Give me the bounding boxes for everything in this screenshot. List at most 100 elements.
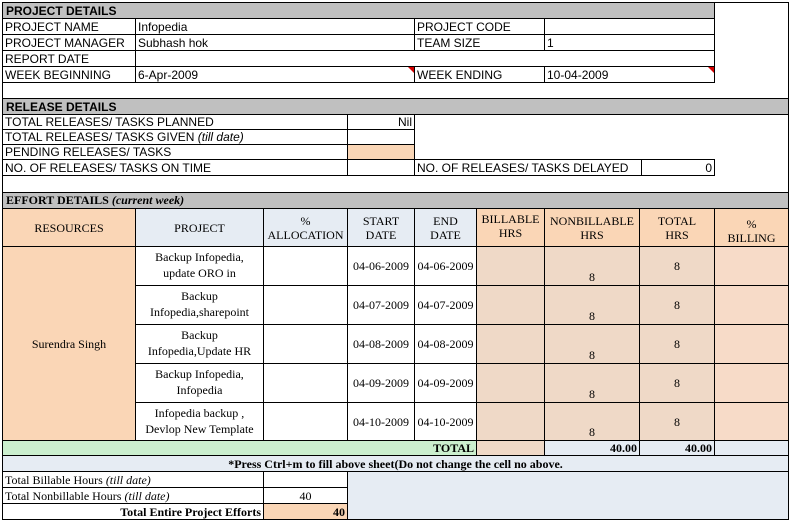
tasks-given-value[interactable] [347,129,415,145]
tasks-planned-label: TOTAL RELEASES/ TASKS PLANNED [2,114,348,130]
task-allocation-2[interactable] [263,285,348,325]
effort-details-header: EFFORT DETAILS (current week) [2,192,789,209]
total-billing[interactable] [714,440,789,456]
col-nonbillable-line2: HRS [580,227,604,242]
project-code-label: PROJECT CODE [414,18,545,35]
report-date-label: REPORT DATE [2,50,136,67]
task-total-2[interactable]: 8 [639,285,715,325]
summary-billable-suffix: (till date) [105,472,151,487]
task-billable-3[interactable] [476,324,545,364]
task-total-1[interactable]: 8 [639,246,715,286]
total-hours[interactable]: 40.00 [639,440,715,456]
col-end-line2: DATE [430,227,461,242]
task-end-3[interactable]: 04-08-2009 [414,324,477,364]
col-billing-line1: % [746,217,757,231]
task-start-3[interactable]: 04-08-2009 [347,324,415,364]
task-allocation-4[interactable] [263,363,348,403]
task-billing-1[interactable] [714,246,789,286]
col-nonbillable-hrs: NONBILLABLE HRS [544,208,640,247]
task-start-5[interactable]: 04-10-2009 [347,402,415,441]
summary-billable-value[interactable] [263,471,348,488]
task-billing-5[interactable] [714,402,789,441]
summary-total-value[interactable]: 40 [263,503,348,520]
task-allocation-1[interactable] [263,246,348,286]
task-nonbillable-1[interactable]: 8 [544,246,640,286]
total-label: TOTAL [433,441,474,455]
task-allocation-3[interactable] [263,324,348,364]
week-beginning-value[interactable]: 6-Apr-2009 [135,66,415,83]
project-name-value[interactable]: Infopedia [135,18,415,35]
task-project-4[interactable]: Backup Infopedia, Infopedia Communicatio… [135,363,264,403]
resource-name[interactable]: Surendra Singh [2,246,136,441]
summary-nonbillable-suffix: (till date) [124,488,170,503]
task-project-5[interactable]: Infopedia backup , Devlop New Template O… [135,402,264,441]
report-date-value[interactable] [135,50,715,67]
task-billable-5[interactable] [476,402,545,441]
tasks-on-time-value[interactable] [347,159,415,176]
col-start-line1: START [362,213,400,228]
project-name-label: PROJECT NAME [2,18,136,35]
task-end-2[interactable]: 04-07-2009 [414,285,477,325]
task-billing-4[interactable] [714,363,789,403]
effort-details-title: EFFORT DETAILS [6,193,109,207]
col-billing-line2: BILLING [727,231,776,245]
task-end-4[interactable]: 04-09-2009 [414,363,477,403]
summary-billable-label: Total Billable Hours (till date) [2,471,264,488]
task-nonbillable-5[interactable]: 8 [544,402,640,441]
tasks-given-text: TOTAL RELEASES/ TASKS GIVEN [5,130,195,144]
summary-billable-text: Total Billable Hours [5,472,103,487]
project-manager-value[interactable]: Subhash hok [135,34,415,51]
task-billable-1[interactable] [476,246,545,286]
summary-total-label: Total Entire Project Efforts [2,503,264,520]
tasks-planned-value[interactable]: Nil [347,114,415,130]
total-billable[interactable] [476,440,545,456]
col-end-date: END DATE [414,208,477,247]
team-size-label: TEAM SIZE [414,34,545,51]
task-nonbillable-4[interactable]: 8 [544,363,640,403]
task-start-1[interactable]: 04-06-2009 [347,246,415,286]
pending-tasks-value[interactable] [347,144,415,160]
effort-details-suffix: (current week) [111,193,185,207]
project-code-value[interactable] [544,18,715,35]
tasks-on-time-label: NO. OF RELEASES/ TASKS ON TIME [2,159,348,176]
instruction-note: *Press Ctrl+m to fill above sheet(Do not… [2,455,789,472]
week-ending-value[interactable]: 10-04-2009 [544,66,715,83]
task-billable-2[interactable] [476,285,545,325]
task-start-2[interactable]: 04-07-2009 [347,285,415,325]
comment-marker-icon[interactable] [708,67,714,73]
task-nonbillable-3[interactable]: 8 [544,324,640,364]
task-total-5[interactable]: 8 [639,402,715,441]
task-billing-3[interactable] [714,324,789,364]
total-nonbillable[interactable]: 40.00 [544,440,640,456]
task-total-4[interactable]: 8 [639,363,715,403]
col-nonbillable-line1: NONBILLABLE [550,213,634,228]
col-start-date: START DATE [347,208,415,247]
task-nonbillable-2[interactable]: 8 [544,285,640,325]
task-end-5[interactable]: 04-10-2009 [414,402,477,441]
team-size-value[interactable]: 1 [544,34,715,51]
task-end-1[interactable]: 04-06-2009 [414,246,477,286]
task-project-3[interactable]: Backup Infopedia,Update HR Site,Sharepoi… [135,324,264,364]
col-total-line1: TOTAL [657,213,697,228]
task-project-1[interactable]: Backup Infopedia, update ORO in Navision… [135,246,264,286]
col-allocation: % ALLOCATION [263,208,348,247]
col-billing-percent: % BILLING [714,208,789,247]
tasks-delayed-label: NO. OF RELEASES/ TASKS DELAYED [414,159,642,176]
task-project-2[interactable]: Backup Infopedia,sharepoint Training,Tra… [135,285,264,325]
task-allocation-5[interactable] [263,402,348,441]
task-total-3[interactable]: 8 [639,324,715,364]
tasks-delayed-value[interactable]: 0 [641,159,715,176]
total-row-label: TOTAL [2,440,477,456]
col-billable-line2: HRS [498,226,523,240]
task-start-4[interactable]: 04-09-2009 [347,363,415,403]
col-start-line2: DATE [365,227,397,242]
col-resources: RESOURCES [2,208,136,247]
release-details-header: RELEASE DETAILS [2,98,789,115]
col-billable-line1: BILLABLE [481,212,540,226]
task-billable-4[interactable] [476,363,545,403]
pending-tasks-label: PENDING RELEASES/ TASKS [2,144,348,160]
task-billing-2[interactable] [714,285,789,325]
week-ending-label: WEEK ENDING [414,66,545,83]
summary-nonbillable-value[interactable]: 40 [263,487,348,504]
col-billable-hrs: BILLABLE HRS [476,208,545,247]
